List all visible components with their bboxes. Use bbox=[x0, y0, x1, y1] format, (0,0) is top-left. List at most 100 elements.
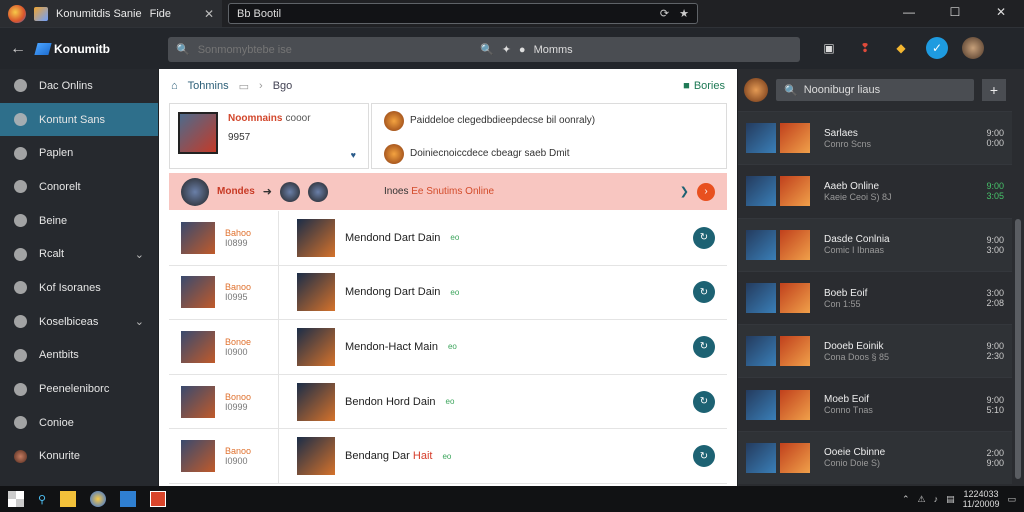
row-avatar bbox=[181, 385, 215, 418]
sidebar-item-6[interactable]: Kof Isoranes bbox=[0, 271, 158, 305]
address-bar[interactable]: Bb Bootil ⟳ ★ bbox=[228, 3, 698, 24]
close-window-icon[interactable]: ✕ bbox=[978, 0, 1024, 27]
panel-avatar[interactable] bbox=[744, 78, 768, 102]
main-search-bar[interactable]: 🔍 🔍 ✦ ● Momms bbox=[168, 37, 800, 62]
scrollbar-thumb[interactable] bbox=[1015, 219, 1021, 479]
search-submit-icon[interactable]: 🔍 bbox=[480, 43, 494, 56]
list-item[interactable]: Boeb Eoif Con 1:55 3:00 2:08 bbox=[738, 270, 1012, 324]
notification-bell-icon[interactable]: ✓ bbox=[926, 37, 948, 59]
file-explorer-icon[interactable] bbox=[60, 491, 77, 507]
chevron-up-icon[interactable]: ⌃ bbox=[902, 494, 910, 505]
alert-icon[interactable]: ❢ bbox=[854, 37, 876, 59]
game-avatar bbox=[780, 229, 810, 260]
system-clock[interactable]: 1224033 11/20009 bbox=[963, 489, 1000, 509]
arrow-right-icon: ➜ bbox=[262, 186, 272, 198]
back-arrow-icon[interactable]: ← bbox=[0, 40, 36, 58]
search-icon[interactable]: ⚲ bbox=[38, 493, 46, 506]
chat-icon bbox=[14, 180, 27, 194]
friend-avatar bbox=[746, 442, 776, 473]
chevron-down-icon[interactable]: ⌄ bbox=[135, 248, 144, 261]
play-button[interactable]: ↻ bbox=[693, 281, 715, 304]
home-icon[interactable]: ⌂ bbox=[171, 80, 178, 92]
table-row[interactable]: Bahoo I0899 Mendond Dart Dain eo ↻ bbox=[169, 211, 727, 266]
profile-card-sub: cooor bbox=[285, 113, 311, 124]
sidebar-item-7[interactable]: Koselbiceas ⌄ bbox=[0, 305, 158, 339]
network-icon[interactable]: ▤ bbox=[946, 494, 955, 505]
sidebar-item-11[interactable]: Konurite bbox=[0, 440, 158, 474]
controller-icon[interactable]: ✦ bbox=[502, 43, 511, 56]
clock-icon bbox=[14, 416, 27, 430]
play-button[interactable]: ↻ bbox=[693, 445, 715, 468]
chat-bubble-icon[interactable]: ● bbox=[519, 44, 526, 56]
game-thumbnail[interactable] bbox=[297, 327, 335, 366]
table-row[interactable]: Bonoe I0900 Mendon-Hact Main eo ↻ bbox=[169, 320, 727, 375]
list-item[interactable]: Dasde Conlnia Comic I Ibnaas 9:00 3:00 bbox=[738, 217, 1012, 271]
page-favicon-icon bbox=[34, 6, 48, 21]
add-friend-button[interactable]: + bbox=[982, 79, 1006, 101]
friends-panel: 🔍 Noonibugr liaus + Sarlaes Conro Scns 9:00… bbox=[738, 69, 1012, 486]
game-thumbnail[interactable] bbox=[297, 273, 335, 312]
sidebar-item-5[interactable]: Rcalt ⌄ bbox=[0, 237, 158, 271]
search-input[interactable] bbox=[197, 43, 498, 56]
list-item[interactable]: Aaeb Online Kaeie Ceoi S) 8J 9:00 3:05 bbox=[738, 164, 1012, 217]
friend-avatar bbox=[746, 389, 776, 420]
list-item[interactable]: Moeb Eoif Conno Tnas 9:00 5:10 bbox=[738, 377, 1012, 430]
sidebar-item-4[interactable]: Beine bbox=[0, 204, 158, 238]
list-item[interactable]: Sarlaes Conro Scns 9:00 0:00 bbox=[738, 111, 1012, 165]
play-button[interactable]: ↻ bbox=[693, 335, 715, 358]
browser-icon[interactable] bbox=[90, 491, 107, 507]
store-icon[interactable] bbox=[120, 491, 137, 507]
warning-icon[interactable]: ⚠ bbox=[918, 494, 926, 505]
friends-search[interactable]: 🔍 Noonibugr liaus bbox=[776, 79, 974, 101]
game-thumbnail[interactable] bbox=[297, 437, 335, 476]
game-thumbnail[interactable] bbox=[297, 218, 335, 257]
user-avatar[interactable] bbox=[962, 37, 984, 59]
notice-item[interactable]: Paiddeloe clegedbdieepdecse bil oonraly) bbox=[372, 104, 726, 137]
sidebar-item-3[interactable]: Conorelt bbox=[0, 170, 158, 204]
table-row[interactable]: Banoo I0995 Mendong Dart Dain eo ↻ bbox=[169, 265, 727, 321]
list-item[interactable]: Ooeie Cbinne Conio Doie S) 2:00 9:00 bbox=[738, 430, 1012, 485]
sidebar-item-2[interactable]: Paplen bbox=[0, 136, 158, 170]
notice-item[interactable]: Doiniecnoiccdece cbeagr saeb Dmit bbox=[372, 137, 726, 170]
browser-tab-active[interactable]: Konumitdis Sanie Fide ✕ bbox=[0, 0, 222, 27]
volume-icon[interactable]: ♪ bbox=[934, 494, 939, 504]
messages-icon[interactable]: ▣ bbox=[818, 37, 840, 59]
featured-banner[interactable]: Mondes ➜ Inoes Ee Snutims Online ❯ › bbox=[169, 173, 727, 210]
profile-card[interactable]: Noomnains cooor 9957 ♥ bbox=[169, 103, 369, 169]
minimize-icon[interactable]: — bbox=[886, 0, 932, 27]
sidebar-item-1[interactable]: Kontunt Sans bbox=[0, 102, 158, 137]
search-icon: 🔍 bbox=[784, 84, 798, 97]
game-thumbnail[interactable] bbox=[297, 382, 335, 421]
heart-icon[interactable]: ♥ bbox=[351, 150, 356, 160]
breadcrumb-root[interactable]: Tohmins bbox=[188, 80, 229, 92]
app-logo[interactable]: Konumitb bbox=[34, 42, 164, 56]
play-button[interactable]: ↻ bbox=[693, 390, 715, 413]
go-button[interactable]: › bbox=[697, 182, 715, 201]
scrollbar[interactable] bbox=[1012, 69, 1024, 486]
game-list: Bahoo I0899 Mendond Dart Dain eo ↻ Banoo I09… bbox=[169, 211, 727, 484]
sidebar-item-9[interactable]: Peeneleniborc bbox=[0, 372, 158, 406]
table-row[interactable]: Banoo I0900 Bendang Dar Hait eo ↻ bbox=[169, 429, 727, 484]
reload-icon[interactable]: ⟳ bbox=[660, 7, 669, 20]
notifications-icon[interactable]: ▭ bbox=[1007, 494, 1016, 505]
main-content: ⌂ Tohmins ▭ › Bgo ■ Bories Noomnains cooo… bbox=[159, 69, 737, 486]
list-item[interactable]: Dooeb Eoinik Cona Doos § 85 9:00 2:30 bbox=[738, 324, 1012, 378]
play-button[interactable]: ↻ bbox=[693, 226, 715, 249]
windows-start-icon[interactable] bbox=[8, 491, 24, 507]
chevron-down-icon[interactable]: ⌄ bbox=[135, 315, 144, 328]
table-row[interactable]: Bonoo I0999 Bendon Hord Dain eo ↻ bbox=[169, 374, 727, 430]
share-icon[interactable]: ❯ bbox=[680, 185, 689, 198]
tab-close-icon[interactable]: ✕ bbox=[204, 7, 214, 21]
bookmark-star-icon[interactable]: ★ bbox=[679, 7, 689, 20]
sidebar-item-0[interactable]: Dac Onlins bbox=[0, 69, 158, 103]
maximize-icon[interactable]: ☐ bbox=[932, 0, 978, 27]
sidebar-item-10[interactable]: Conioe bbox=[0, 406, 158, 440]
stories-link[interactable]: ■ Bories bbox=[683, 80, 725, 92]
row-avatar bbox=[181, 276, 215, 309]
breadcrumb-child[interactable]: Bgo bbox=[273, 80, 293, 92]
app-icon[interactable] bbox=[150, 491, 167, 507]
profile-avatar-icon bbox=[14, 449, 27, 463]
trophy-icon[interactable]: ◆ bbox=[890, 37, 912, 59]
sidebar-item-8[interactable]: Aentbits bbox=[0, 339, 158, 373]
search-mid-label: Momms bbox=[533, 43, 573, 56]
